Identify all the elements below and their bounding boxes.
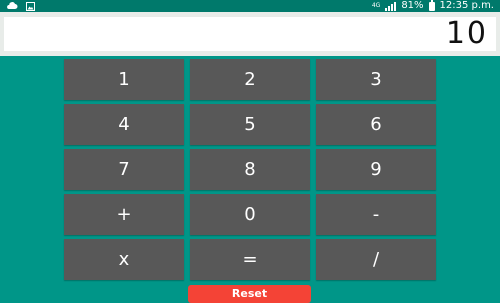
key-1[interactable]: 1 <box>64 59 184 100</box>
key-5[interactable]: 5 <box>190 104 310 145</box>
status-bar: 4G 81% 12:35 p.m. <box>0 0 500 12</box>
result-display: 10 <box>4 17 496 51</box>
equals-button[interactable]: = <box>190 239 310 280</box>
key-6[interactable]: 6 <box>316 104 436 145</box>
reset-button[interactable]: Reset <box>188 285 311 303</box>
key-7[interactable]: 7 <box>64 149 184 190</box>
gallery-icon <box>26 1 35 11</box>
keypad: 1 2 3 4 5 6 7 8 9 + 0 - x = / <box>64 59 436 285</box>
key-3[interactable]: 3 <box>316 59 436 100</box>
network-type: 4G <box>371 2 381 9</box>
plus-button[interactable]: + <box>64 194 184 235</box>
cloud-icon <box>6 2 18 10</box>
key-0[interactable]: 0 <box>190 194 310 235</box>
signal-icon <box>385 1 397 11</box>
display-panel: 10 <box>0 12 500 56</box>
battery-percent: 81% <box>401 0 424 11</box>
minus-button[interactable]: - <box>316 194 436 235</box>
key-9[interactable]: 9 <box>316 149 436 190</box>
key-8[interactable]: 8 <box>190 149 310 190</box>
clock: 12:35 p.m. <box>439 0 494 11</box>
key-2[interactable]: 2 <box>190 59 310 100</box>
battery-icon <box>428 0 435 11</box>
divide-button[interactable]: / <box>316 239 436 280</box>
multiply-button[interactable]: x <box>64 239 184 280</box>
key-4[interactable]: 4 <box>64 104 184 145</box>
